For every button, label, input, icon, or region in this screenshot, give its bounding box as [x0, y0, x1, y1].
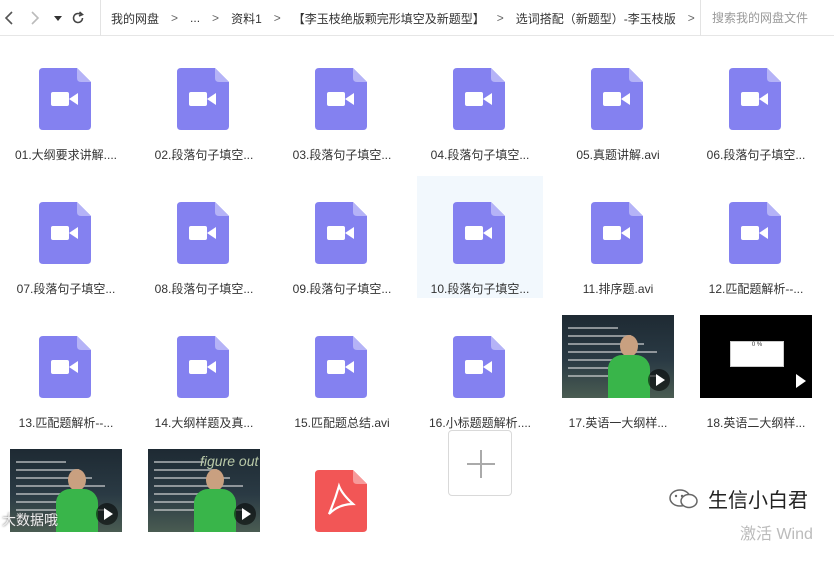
file-name: 11.排序题.avi [582, 282, 654, 296]
file-tile[interactable]: 16.小标题题解析.... [417, 310, 543, 432]
file-tile[interactable]: 12.匹配题解析--... [693, 176, 819, 298]
breadcrumb: 我的网盘 > ... > 资料1 > 【李玉枝绝版颗完形填空及新题型】 > 选词… [100, 0, 700, 36]
video-file-icon [453, 336, 505, 398]
forward-arrow-icon[interactable] [27, 9, 43, 27]
file-tile[interactable]: 0 % 18.英语二大纲样... [693, 310, 819, 432]
file-tile[interactable] [3, 444, 129, 566]
pdf-file-icon [315, 470, 367, 532]
file-tile[interactable] [279, 444, 405, 566]
video-file-icon [729, 202, 781, 264]
video-file-icon [39, 202, 91, 264]
file-tile[interactable]: 07.段落句子填空... [3, 176, 129, 298]
play-icon [796, 374, 806, 388]
file-name: 08.段落句子填空... [154, 282, 254, 296]
file-name: 07.段落句子填空... [16, 282, 116, 296]
search-input[interactable] [712, 11, 832, 25]
plus-icon[interactable] [448, 430, 512, 496]
play-icon [96, 503, 118, 525]
thumbnail-watermark: 大数据哦 [2, 512, 58, 528]
video-file-icon [177, 336, 229, 398]
video-file-icon [177, 68, 229, 130]
file-tile[interactable]: 02.段落句子填空... [141, 42, 267, 164]
file-tile[interactable]: 13.匹配题解析--... [3, 310, 129, 432]
file-name: 14.大纲样题及真... [154, 416, 254, 430]
loading-box: 0 % [730, 341, 784, 367]
file-tile[interactable]: 05.真题讲解.avi [555, 42, 681, 164]
video-file-icon [315, 336, 367, 398]
file-tile[interactable]: 10.段落句子填空... [417, 176, 543, 298]
file-name: 02.段落句子填空... [154, 148, 254, 162]
video-file-icon [591, 202, 643, 264]
search-box [700, 0, 834, 36]
watermark-text: 生信小白君 [708, 490, 808, 512]
breadcrumb-separator: > [687, 11, 695, 25]
file-tile[interactable]: 04.段落句子填空... [417, 42, 543, 164]
file-name: 15.匹配题总结.avi [294, 416, 390, 430]
file-name: 12.匹配题解析--... [708, 282, 804, 296]
watermark: 生信小白君 [668, 484, 808, 513]
file-tile[interactable]: 17.英语一大纲样... [555, 310, 681, 432]
file-tile[interactable]: 15.匹配题总结.avi [279, 310, 405, 432]
file-name: 16.小标题题解析.... [428, 416, 532, 430]
video-file-icon [315, 68, 367, 130]
breadcrumb-item[interactable]: ... [190, 11, 200, 25]
video-file-icon [591, 68, 643, 130]
breadcrumb-separator: > [171, 11, 179, 25]
breadcrumb-item[interactable]: 资料1 [231, 10, 262, 27]
breadcrumb-separator: > [273, 11, 281, 25]
file-name: 01.大纲要求讲解.... [14, 148, 118, 162]
play-icon [234, 503, 256, 525]
file-name: 13.匹配题解析--... [18, 416, 114, 430]
file-tile[interactable]: 08.段落句子填空... [141, 176, 267, 298]
file-name: 04.段落句子填空... [430, 148, 530, 162]
video-file-icon [177, 202, 229, 264]
video-file-icon [39, 68, 91, 130]
file-tile[interactable]: 14.大纲样题及真... [141, 310, 267, 432]
chalk-text: figure out [200, 453, 259, 469]
loading-text: 0 % [751, 342, 763, 348]
file-tile[interactable]: 09.段落句子填空... [279, 176, 405, 298]
file-name: 10.段落句子填空... [430, 282, 530, 296]
breadcrumb-item[interactable]: 【李玉枝绝版颗完形填空及新题型】 [293, 10, 485, 27]
video-file-icon [729, 68, 781, 130]
toolbar: 我的网盘 > ... > 资料1 > 【李玉枝绝版颗完形填空及新题型】 > 选词… [0, 0, 834, 36]
file-tile[interactable]: 03.段落句子填空... [279, 42, 405, 164]
video-thumbnail [562, 315, 674, 398]
back-arrow-icon[interactable] [0, 9, 16, 27]
file-name: 09.段落句子填空... [292, 282, 392, 296]
file-name: 03.段落句子填空... [292, 148, 392, 162]
dropdown-arrow-icon[interactable] [50, 9, 66, 27]
wechat-icon [669, 488, 698, 508]
video-thumbnail: figure out [148, 449, 260, 532]
breadcrumb-item[interactable]: 选词搭配（新题型）-李玉枝版 [516, 10, 676, 27]
file-name: 06.段落句子填空... [706, 148, 806, 162]
video-file-icon [453, 202, 505, 264]
video-file-icon [453, 68, 505, 130]
breadcrumb-separator: > [496, 11, 504, 25]
file-grid: 01.大纲要求讲解.... 02.段落句子填空... 03.段落句子填空... 04.… [0, 36, 834, 538]
file-tile[interactable]: 06.段落句子填空... [693, 42, 819, 164]
file-tile[interactable]: figure out [141, 444, 267, 566]
video-file-icon [39, 336, 91, 398]
file-name: 05.真题讲解.avi [576, 148, 660, 162]
refresh-icon[interactable] [70, 9, 86, 27]
activate-windows-text: 激活 Wind [740, 526, 813, 543]
video-file-icon [315, 202, 367, 264]
breadcrumb-item[interactable]: 我的网盘 [111, 10, 159, 27]
file-name: 17.英语一大纲样... [568, 416, 668, 430]
file-tile[interactable]: 01.大纲要求讲解.... [3, 42, 129, 164]
file-name: 18.英语二大纲样... [706, 416, 806, 430]
breadcrumb-separator: > [212, 11, 220, 25]
video-thumbnail: 0 % [700, 315, 812, 398]
play-icon [648, 369, 670, 391]
file-tile[interactable]: 11.排序题.avi [555, 176, 681, 298]
